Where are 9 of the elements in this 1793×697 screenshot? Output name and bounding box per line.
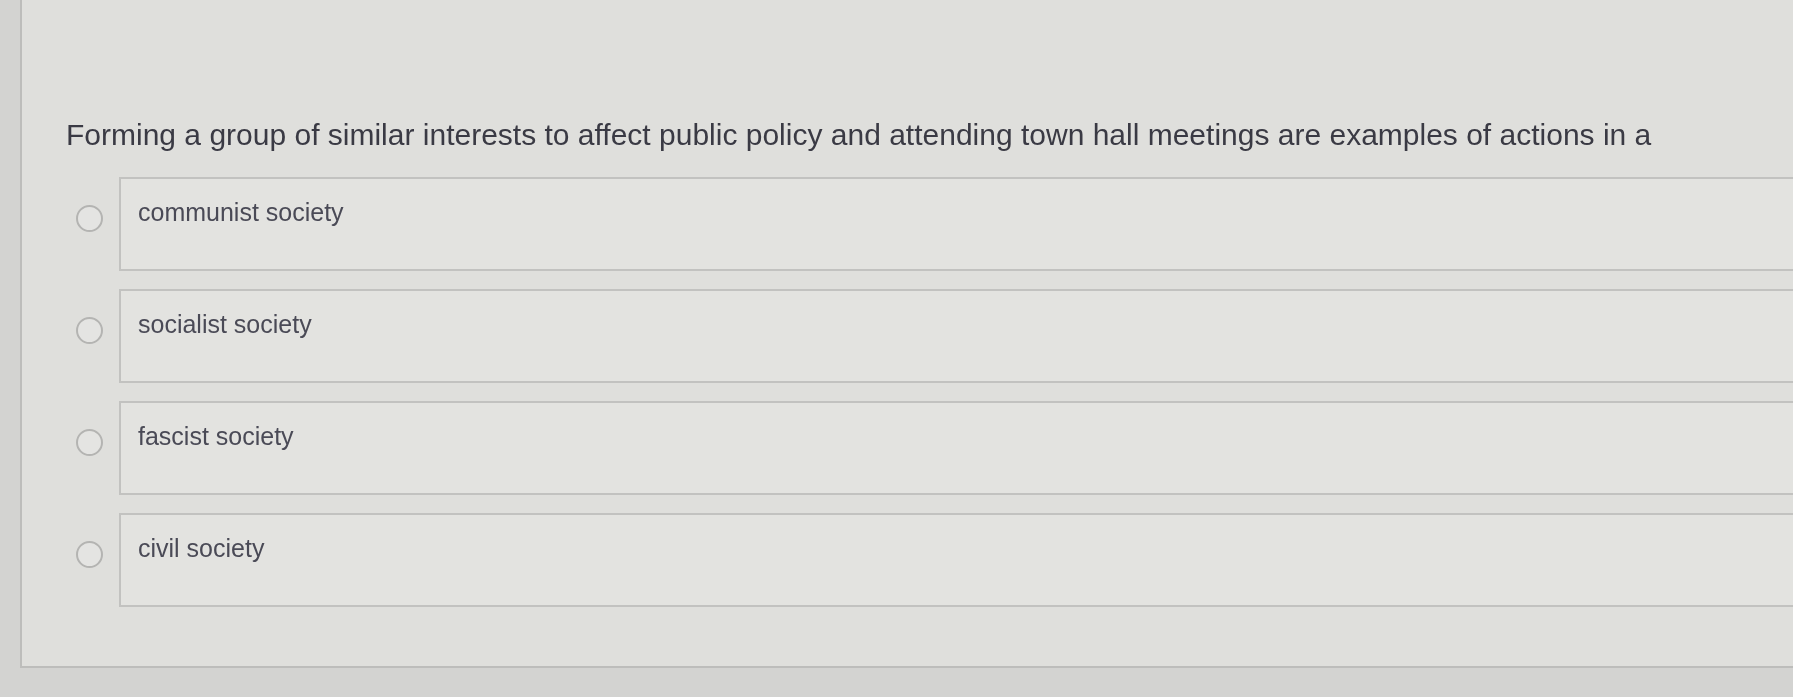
radio-button[interactable]: [76, 205, 103, 232]
answer-option[interactable]: civil society: [119, 513, 1793, 607]
radio-button[interactable]: [76, 541, 103, 568]
question-text: Forming a group of similar interests to affect public policy and attending town hall meetings are examples of actions in a: [66, 117, 1652, 153]
answer-option[interactable]: fascist society: [119, 401, 1793, 495]
answer-option[interactable]: socialist society: [119, 289, 1793, 383]
answer-option[interactable]: communist society: [119, 177, 1793, 271]
radio-button[interactable]: [76, 317, 103, 344]
radio-button[interactable]: [76, 429, 103, 456]
